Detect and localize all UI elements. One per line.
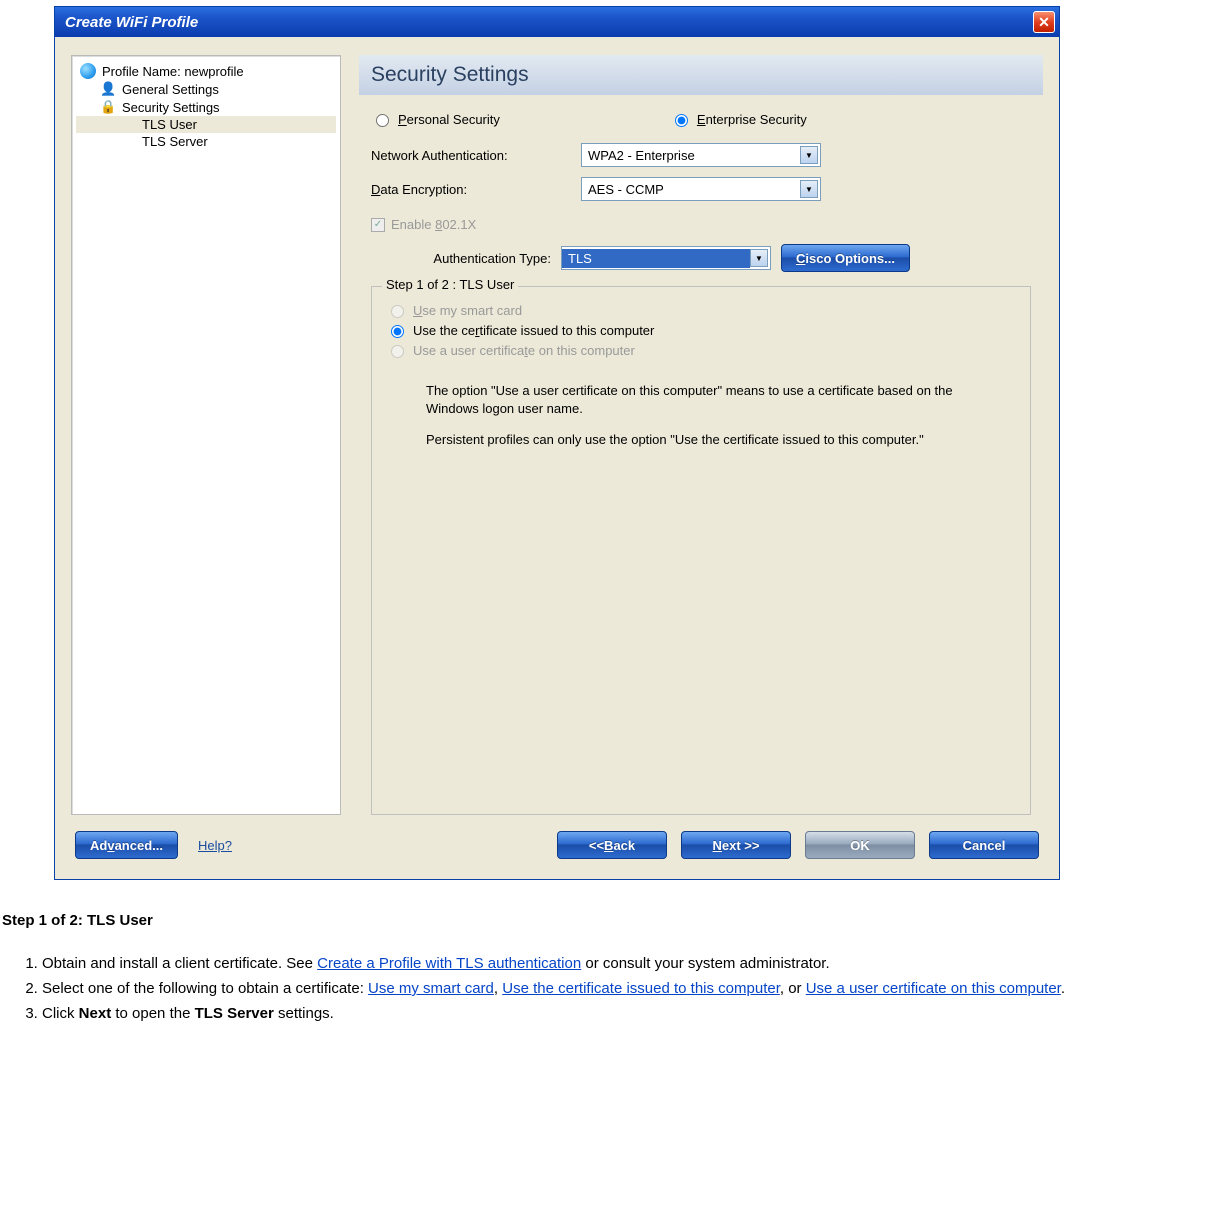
link-create-profile-tls[interactable]: Create a Profile with TLS authentication	[317, 955, 581, 972]
instructions-heading: Step 1 of 2: TLS User	[2, 910, 1199, 931]
settings-icon: 👤	[100, 81, 116, 97]
cisco-options-button[interactable]: Cisco Options...Cisco Options...	[781, 244, 910, 272]
tls-user-fieldset: Step 1 of 2 : TLS User Use my smart card…	[371, 286, 1031, 815]
content-area: Security Settings PPersonal Securityerso…	[359, 55, 1043, 815]
link-use-user-cert[interactable]: Use a user certificate on this computer	[806, 980, 1061, 997]
back-button[interactable]: << Back<< Back	[557, 831, 667, 859]
tree-label: Security Settings	[122, 100, 220, 115]
radio-enterprise-security[interactable]: Enterprise SecurityEnterprise Security	[670, 111, 807, 127]
tree-item-security[interactable]: 🔒 Security Settings	[76, 98, 336, 116]
auth-type-row: Authentication Type: TLS ▼ Cisco Options…	[359, 244, 1043, 272]
auth-form: Network Authentication: WPA2 - Enterpris…	[359, 139, 1043, 205]
select-value: AES - CCMP	[588, 182, 664, 197]
tree-label: TLS Server	[142, 134, 208, 149]
radio-personal-input[interactable]	[376, 114, 389, 127]
tree-label: Profile Name: newprofile	[102, 64, 244, 79]
nav-tree[interactable]: Profile Name: newprofile 👤 General Setti…	[71, 55, 341, 815]
chevron-down-icon: ▼	[800, 146, 818, 164]
network-auth-select[interactable]: WPA2 - Enterprise ▼	[581, 143, 821, 167]
link-use-cert-computer[interactable]: Use the certificate issued to this compu…	[502, 980, 780, 997]
globe-icon	[80, 63, 96, 79]
radio-input	[391, 305, 404, 318]
instruction-text: Step 1 of 2: TLS User Obtain and install…	[0, 880, 1205, 1024]
next-button[interactable]: Next >>Next >>	[681, 831, 791, 859]
instruction-item-2: Select one of the following to obtain a …	[42, 978, 1199, 999]
data-encryption-label: Data Encryption:Data Encryption:	[371, 182, 571, 197]
auth-type-label: Authentication Type:	[371, 251, 551, 266]
instruction-item-1: Obtain and install a client certificate.…	[42, 953, 1199, 974]
cancel-button[interactable]: Cancel	[929, 831, 1039, 859]
tree-item-tls-user[interactable]: TLS User	[76, 116, 336, 133]
auth-type-select[interactable]: TLS ▼	[561, 246, 771, 270]
select-value: WPA2 - Enterprise	[588, 148, 695, 163]
tree-label: TLS User	[142, 117, 197, 132]
enable-8021x-checkbox: ✓ Enable 802.1XEnable 802.1X	[359, 215, 1043, 234]
fieldset-legend: Step 1 of 2 : TLS User	[382, 277, 518, 292]
radio-personal-security[interactable]: PPersonal Securityersonal Security	[371, 111, 500, 127]
advanced-button[interactable]: Advanced...Advanced...	[75, 831, 178, 859]
close-icon: ✕	[1038, 14, 1050, 31]
close-button[interactable]: ✕	[1033, 11, 1055, 33]
network-auth-label: Network Authentication:	[371, 148, 571, 163]
fieldset-help: The option "Use a user certificate on th…	[426, 382, 996, 463]
ok-button[interactable]: OK	[805, 831, 915, 859]
security-type-row: PPersonal Securityersonal Security Enter…	[359, 105, 1043, 129]
radio-user-certificate: Use a user certificate on this computerU…	[386, 342, 1016, 358]
radio-enterprise-input[interactable]	[675, 114, 688, 127]
select-value: TLS	[562, 249, 750, 268]
section-title: Security Settings	[359, 55, 1043, 95]
radio-cert-this-computer[interactable]: Use the certificate issued to this compu…	[386, 322, 1016, 338]
window-title: Create WiFi Profile	[65, 14, 198, 31]
radio-input[interactable]	[391, 325, 404, 338]
tree-item-general[interactable]: 👤 General Settings	[76, 80, 336, 98]
tree-item-tls-server[interactable]: TLS Server	[76, 133, 336, 150]
lock-icon: 🔒	[100, 99, 116, 115]
wifi-profile-dialog: Create WiFi Profile ✕ Profile Name: newp…	[54, 6, 1060, 880]
help-paragraph-2: Persistent profiles can only use the opt…	[426, 431, 996, 449]
title-bar: Create WiFi Profile ✕	[55, 7, 1059, 37]
help-paragraph-1: The option "Use a user certificate on th…	[426, 382, 996, 417]
tree-label: General Settings	[122, 82, 219, 97]
chevron-down-icon: ▼	[800, 180, 818, 198]
chevron-down-icon: ▼	[750, 249, 768, 267]
help-link[interactable]: Help?	[198, 838, 232, 853]
dialog-body: Profile Name: newprofile 👤 General Setti…	[55, 37, 1059, 879]
instruction-item-3: Click Next to open the TLS Server settin…	[42, 1003, 1199, 1024]
link-use-smart-card[interactable]: Use my smart card	[368, 980, 494, 997]
radio-input	[391, 345, 404, 358]
data-encryption-select[interactable]: AES - CCMP ▼	[581, 177, 821, 201]
dialog-button-row: Advanced...Advanced... Help? << Back<< B…	[71, 829, 1043, 861]
checkbox-icon: ✓	[371, 218, 385, 232]
tree-item-profile[interactable]: Profile Name: newprofile	[76, 62, 336, 80]
radio-smart-card: Use my smart cardUse my smart card	[386, 302, 1016, 318]
